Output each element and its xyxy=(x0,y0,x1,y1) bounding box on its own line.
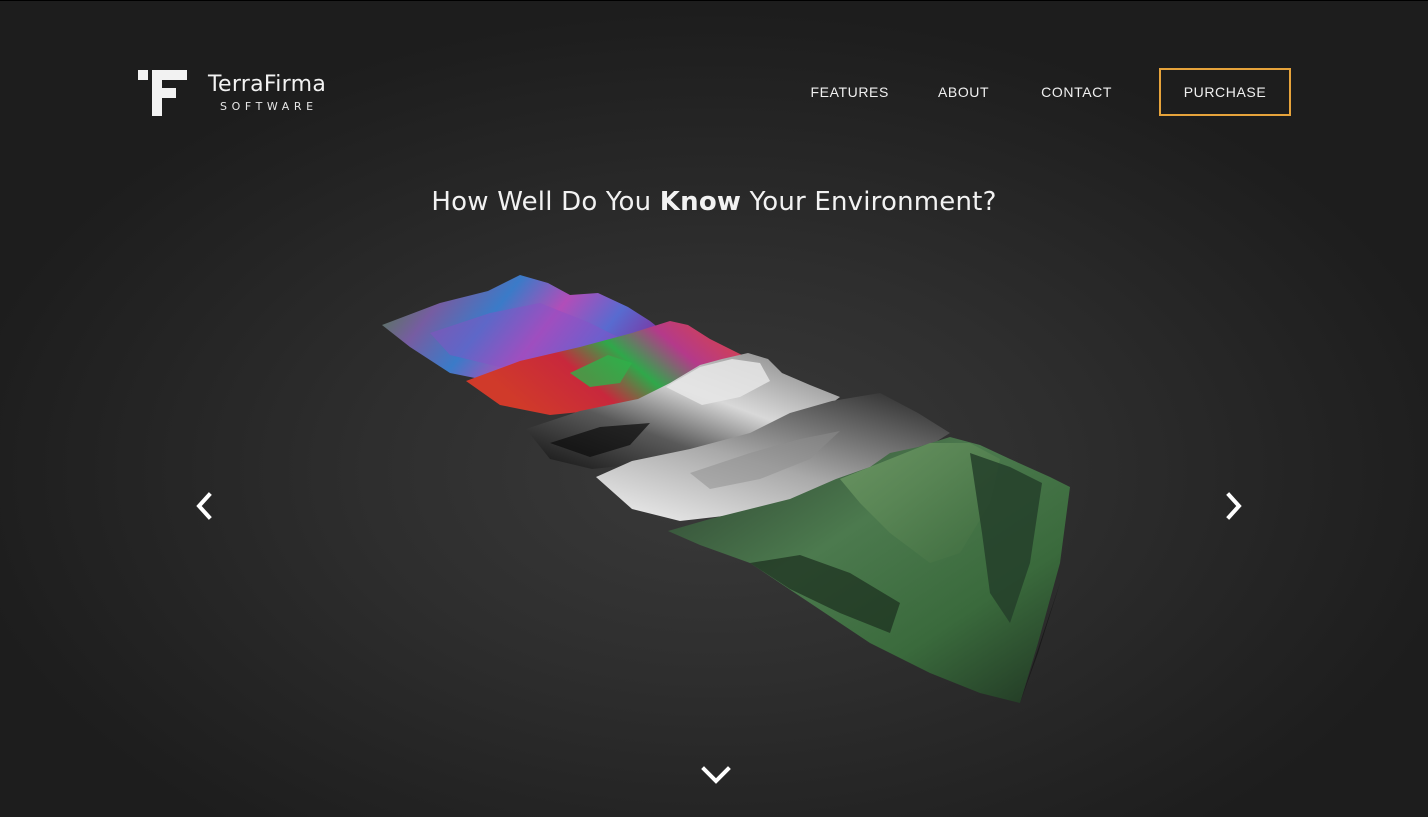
brand-wordmark: TerraFirma SOFTWARE xyxy=(208,72,327,114)
nav-contact-link[interactable]: CONTACT xyxy=(1041,84,1112,100)
chevron-right-icon[interactable] xyxy=(1219,489,1247,523)
nav-features-link[interactable]: FEATURES xyxy=(811,84,889,100)
terrafirma-logo-icon xyxy=(138,70,187,116)
headline-part-1: How Well Do You xyxy=(431,187,660,217)
terrain-layers-image xyxy=(382,275,1070,703)
brand-logo[interactable]: TerraFirma SOFTWARE xyxy=(138,69,348,117)
chevron-down-icon[interactable] xyxy=(700,763,732,787)
brand-subtitle: SOFTWARE xyxy=(220,100,318,113)
headline-emphasis: Know xyxy=(659,187,742,217)
hero-headline: How Well Do You Know Your Environment? xyxy=(0,187,1428,217)
chevron-left-icon[interactable] xyxy=(191,489,219,523)
purchase-button[interactable]: PURCHASE xyxy=(1159,68,1291,116)
nav-about-link[interactable]: ABOUT xyxy=(938,84,989,100)
main-nav: FEATURES ABOUT CONTACT PURCHASE xyxy=(811,68,1291,116)
headline-part-2: Your Environment? xyxy=(741,187,997,217)
brand-name: TerraFirma xyxy=(208,72,327,97)
purchase-button-label: PURCHASE xyxy=(1183,84,1267,100)
hero-page: TerraFirma SOFTWARE FEATURES ABOUT CONTA… xyxy=(0,0,1428,817)
